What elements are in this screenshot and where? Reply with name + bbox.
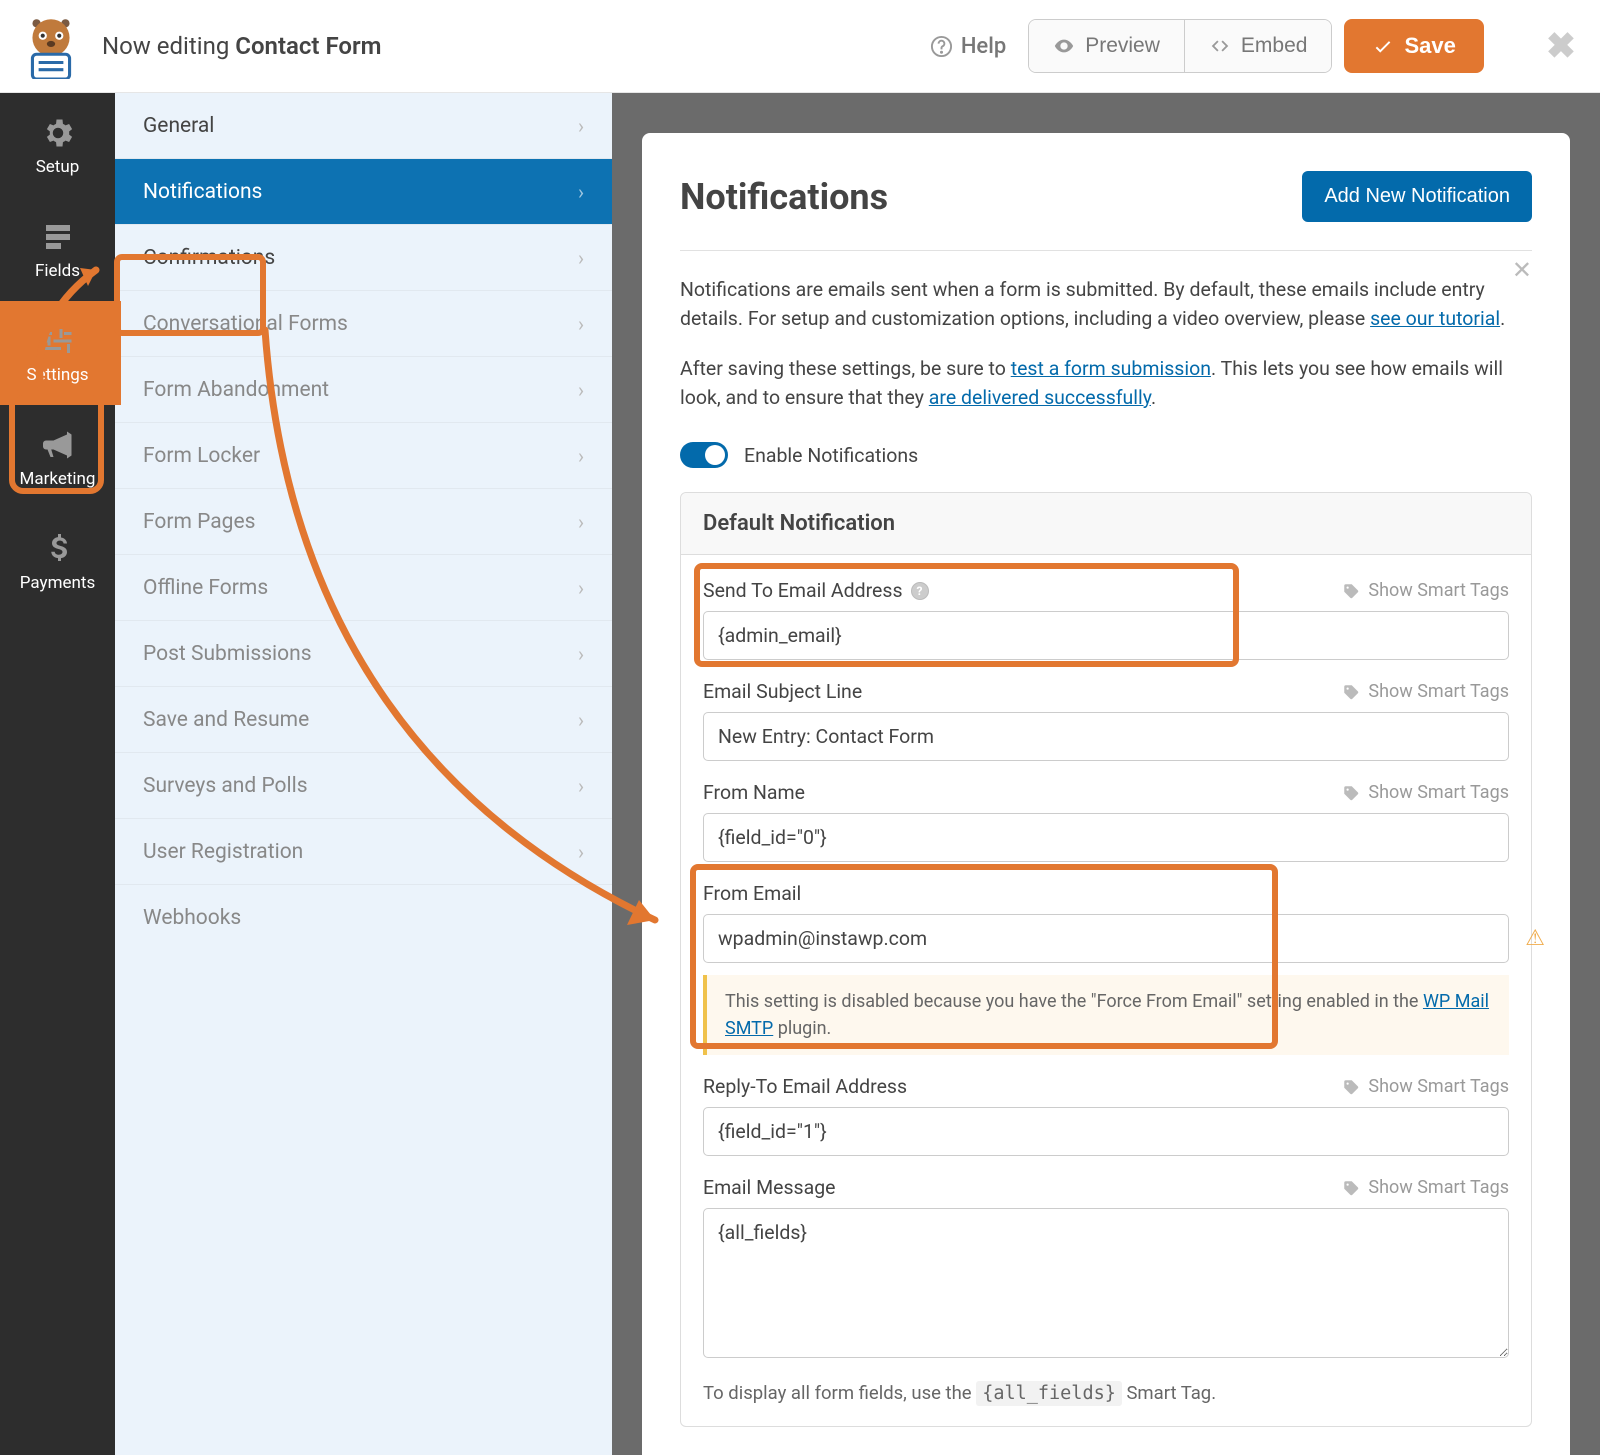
chevron-right-icon: › <box>578 114 584 138</box>
sidebar-item-conversational-forms[interactable]: Conversational Forms› <box>115 291 612 357</box>
show-smart-tags-link[interactable]: Show Smart Tags <box>1342 1076 1509 1097</box>
default-notification-block: Default Notification Send To Email Addre… <box>680 492 1532 1427</box>
chevron-right-icon: › <box>578 642 584 666</box>
sidebar-item-general[interactable]: General› <box>115 93 612 159</box>
warning-icon: ⚠ <box>1525 926 1545 951</box>
embed-button[interactable]: Embed <box>1184 20 1332 72</box>
reply-to-input[interactable] <box>703 1107 1509 1156</box>
sidebar-item-webhooks[interactable]: Webhooks <box>115 885 612 951</box>
close-button[interactable]: ✖ <box>1546 25 1576 67</box>
rail-item-settings[interactable]: Settings <box>0 301 115 405</box>
show-smart-tags-link[interactable]: Show Smart Tags <box>1342 681 1509 702</box>
sidebar-item-save-and-resume[interactable]: Save and Resume› <box>115 687 612 753</box>
editing-label: Now editing Contact Form <box>102 32 381 60</box>
dollar-icon <box>40 531 76 567</box>
rail-item-payments[interactable]: Payments <box>0 509 115 613</box>
help-link[interactable]: Help <box>930 34 1006 59</box>
sidebar-item-notifications[interactable]: Notifications› <box>115 159 612 225</box>
left-rail: Setup Fields Settings Marketing Payments <box>0 93 115 1455</box>
from-name-input[interactable] <box>703 813 1509 862</box>
sidebar-item-user-registration[interactable]: User Registration› <box>115 819 612 885</box>
dismiss-intro-button[interactable]: ✕ <box>1512 256 1532 284</box>
field-from-email: From Email ⚠ This setting is disabled be… <box>703 882 1509 1055</box>
eye-icon <box>1053 35 1075 57</box>
enable-notifications-label: Enable Notifications <box>744 444 918 467</box>
editing-title: Contact Form <box>235 32 381 60</box>
show-smart-tags-link[interactable]: Show Smart Tags <box>1342 580 1509 601</box>
save-button[interactable]: Save <box>1344 19 1483 73</box>
help-icon <box>930 35 953 58</box>
form-icon <box>40 219 76 255</box>
rail-item-fields[interactable]: Fields <box>0 197 115 301</box>
tags-icon <box>1342 784 1360 802</box>
main-area: Notifications Add New Notification ✕ Not… <box>612 93 1600 1455</box>
chevron-right-icon: › <box>578 312 584 336</box>
see-tutorial-link[interactable]: see our tutorial <box>1370 307 1500 330</box>
from-email-input[interactable] <box>703 914 1509 963</box>
show-smart-tags-link[interactable]: Show Smart Tags <box>1342 782 1509 803</box>
tags-icon <box>1342 683 1360 701</box>
check-icon <box>1372 35 1394 57</box>
tags-icon <box>1342 582 1360 600</box>
enable-notifications-toggle[interactable] <box>680 442 728 468</box>
rail-item-setup[interactable]: Setup <box>0 93 115 197</box>
field-reply-to: Reply-To Email Address Show Smart Tags <box>703 1075 1509 1156</box>
default-notification-title: Default Notification <box>681 493 1531 555</box>
help-tooltip-icon[interactable]: ? <box>911 582 929 600</box>
field-email-message: Email Message Show Smart Tags <box>703 1176 1509 1362</box>
sidebar-item-offline-forms[interactable]: Offline Forms› <box>115 555 612 621</box>
top-toolbar: Now editing Contact Form Help Preview Em… <box>0 0 1600 93</box>
chevron-right-icon: › <box>578 840 584 864</box>
field-send-to: Send To Email Address ? Show Smart Tags <box>703 579 1509 660</box>
chevron-right-icon: › <box>578 444 584 468</box>
sliders-icon <box>40 323 76 359</box>
sidebar-item-form-abandonment[interactable]: Form Abandonment› <box>115 357 612 423</box>
intro-text-2: After saving these settings, be sure to … <box>680 354 1532 413</box>
delivered-successfully-link[interactable]: are delivered successfully <box>929 386 1151 409</box>
editing-prefix: Now editing <box>102 32 235 60</box>
email-message-textarea[interactable] <box>703 1208 1509 1358</box>
settings-sidebar: General› Notifications› Confirmations› C… <box>115 93 612 1455</box>
chevron-right-icon: › <box>578 378 584 402</box>
rail-item-marketing[interactable]: Marketing <box>0 405 115 509</box>
field-subject: Email Subject Line Show Smart Tags <box>703 680 1509 761</box>
intro-text-1: Notifications are emails sent when a for… <box>680 275 1532 334</box>
panel-title: Notifications <box>680 176 888 218</box>
show-smart-tags-link[interactable]: Show Smart Tags <box>1342 1177 1509 1198</box>
bullhorn-icon <box>40 427 76 463</box>
chevron-right-icon: › <box>578 180 584 204</box>
tags-icon <box>1342 1179 1360 1197</box>
chevron-right-icon: › <box>578 576 584 600</box>
test-submission-link[interactable]: test a form submission <box>1011 357 1211 380</box>
send-to-input[interactable] <box>703 611 1509 660</box>
preview-button[interactable]: Preview <box>1029 20 1184 72</box>
topbar-actions: Help Preview Embed Save ✖ <box>930 19 1576 73</box>
sidebar-item-surveys-and-polls[interactable]: Surveys and Polls› <box>115 753 612 819</box>
chevron-right-icon: › <box>578 774 584 798</box>
sidebar-item-post-submissions[interactable]: Post Submissions› <box>115 621 612 687</box>
field-from-name: From Name Show Smart Tags <box>703 781 1509 862</box>
subject-input[interactable] <box>703 712 1509 761</box>
footer-note: To display all form fields, use the {all… <box>703 1382 1509 1404</box>
chevron-right-icon: › <box>578 510 584 534</box>
add-new-notification-button[interactable]: Add New Notification <box>1302 171 1532 222</box>
gear-icon <box>40 115 76 151</box>
sidebar-item-confirmations[interactable]: Confirmations› <box>115 225 612 291</box>
chevron-right-icon: › <box>578 246 584 270</box>
notifications-panel: Notifications Add New Notification ✕ Not… <box>642 133 1570 1455</box>
chevron-right-icon: › <box>578 708 584 732</box>
tags-icon <box>1342 1078 1360 1096</box>
help-text: Help <box>961 34 1006 59</box>
from-email-disabled-alert: This setting is disabled because you hav… <box>703 975 1509 1055</box>
sidebar-item-form-pages[interactable]: Form Pages› <box>115 489 612 555</box>
wpforms-logo <box>18 13 84 79</box>
code-icon <box>1209 35 1231 57</box>
sidebar-item-form-locker[interactable]: Form Locker› <box>115 423 612 489</box>
